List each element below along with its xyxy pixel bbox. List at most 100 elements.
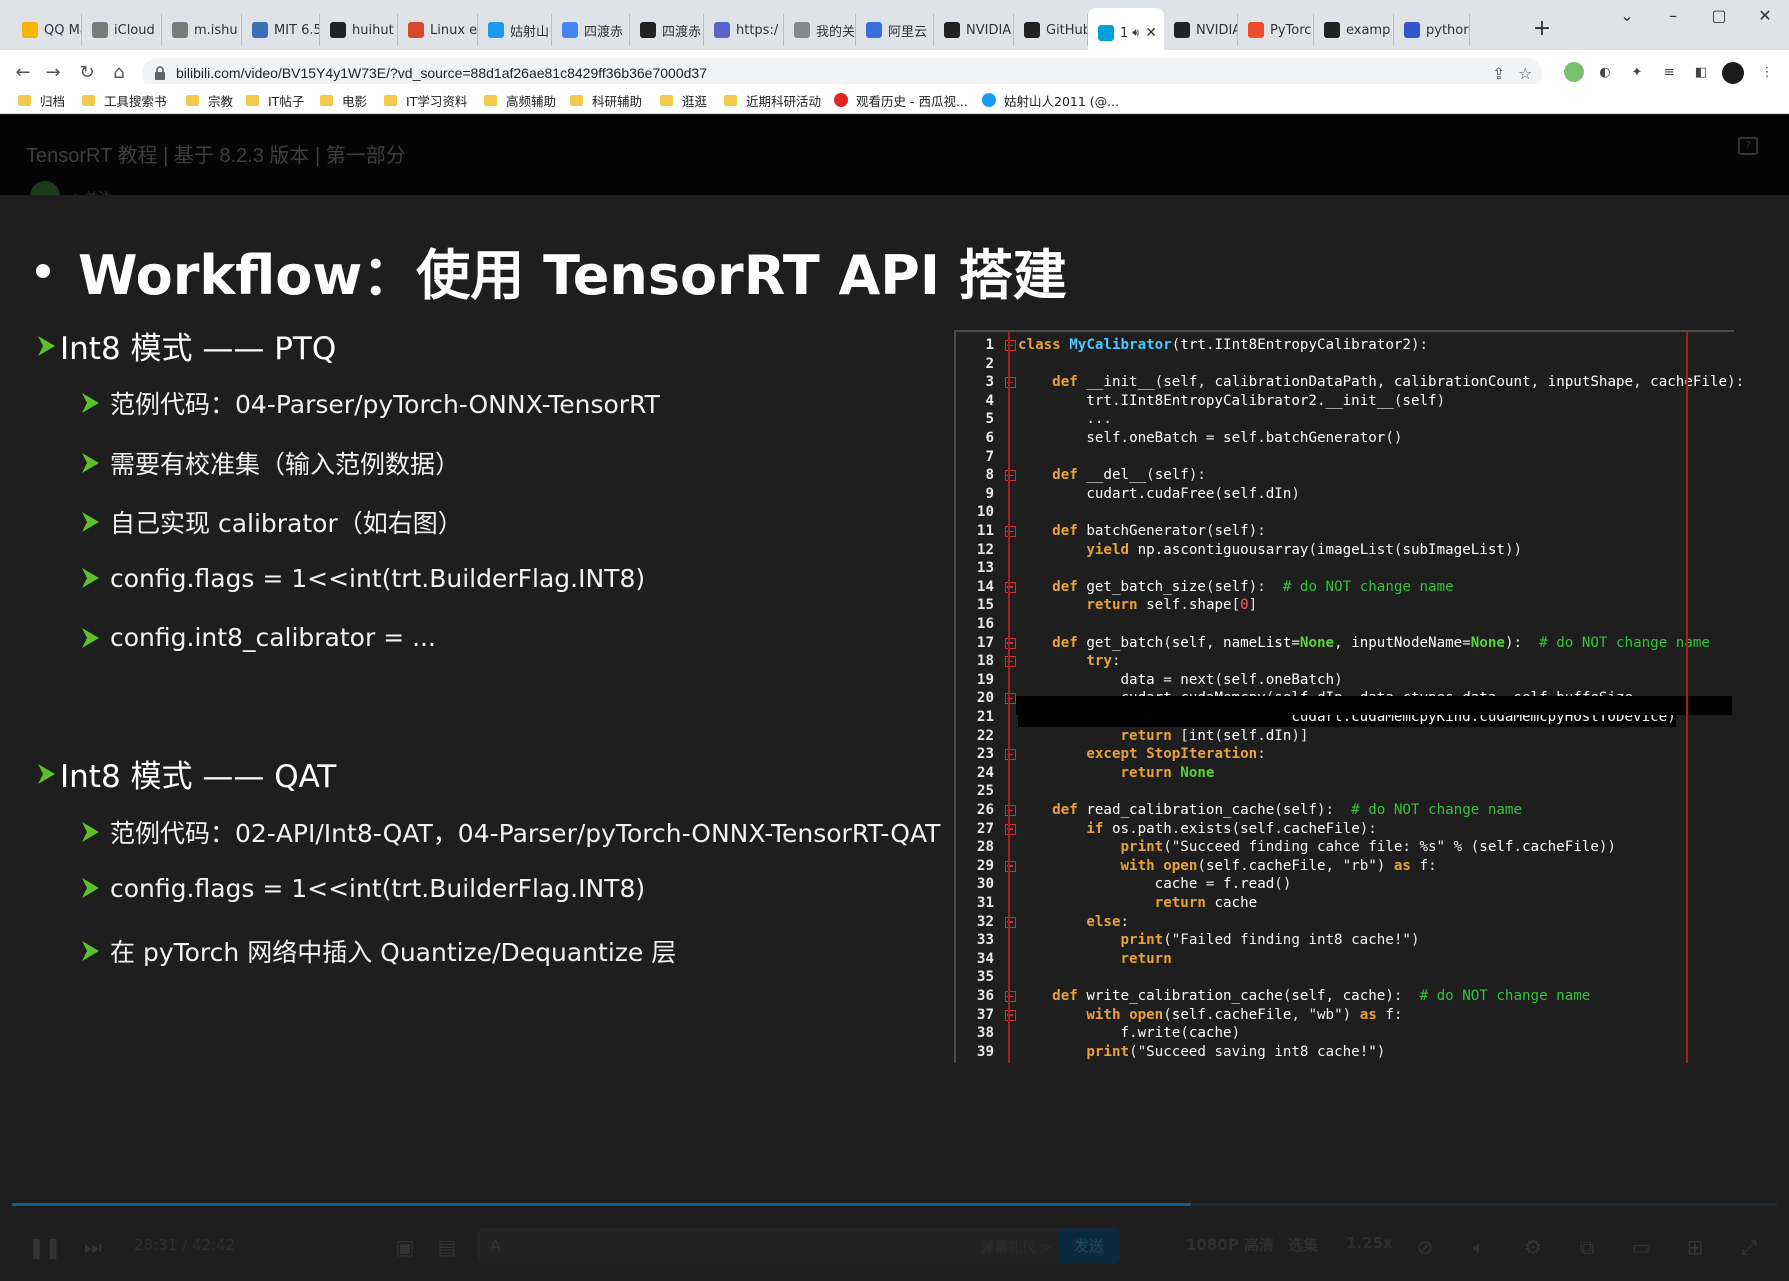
fold-toggle-icon[interactable] <box>1005 470 1016 482</box>
bookmark-item[interactable]: 归档 <box>18 90 65 110</box>
line-number: 26 <box>976 802 994 818</box>
back-icon[interactable]: ← <box>10 60 36 86</box>
browser-tab[interactable]: m.ishu <box>162 14 242 46</box>
code-text: def get_batch(self, nameList=None, input… <box>1052 634 1710 651</box>
fold-toggle-icon[interactable] <box>1005 656 1016 668</box>
browser-tab[interactable]: huihut <box>320 14 398 46</box>
browser-tab[interactable]: PyTorc <box>1238 14 1314 46</box>
browser-tab[interactable]: 姑射山 <box>478 14 552 46</box>
browser-tab[interactable]: 四渡赤 <box>630 14 704 46</box>
subtitle-off-icon[interactable]: ⊘ <box>1414 1236 1436 1258</box>
bookmark-item[interactable]: 宗教 <box>186 90 233 110</box>
browser-tab[interactable]: Linux e <box>398 14 478 46</box>
send-button[interactable]: 发送 <box>1058 1228 1120 1264</box>
progress-bar[interactable] <box>12 1203 1777 1206</box>
volume-icon[interactable]: 🔈︎ <box>1468 1236 1490 1258</box>
quality-selector[interactable]: 1080P 高清 <box>1186 1234 1274 1255</box>
fold-toggle-icon[interactable] <box>1005 1009 1016 1021</box>
browser-tab[interactable]: NVIDIA <box>1164 14 1238 46</box>
episodes-button[interactable]: 选集 <box>1288 1234 1318 1255</box>
picture-in-picture-icon[interactable]: ⧉ <box>1576 1236 1598 1258</box>
bookmark-label: 高频辅助 <box>506 93 557 109</box>
speed-selector[interactable]: 1.25x <box>1346 1234 1393 1252</box>
forward-icon[interactable]: → <box>40 60 66 86</box>
bookmark-item[interactable]: 观看历史 - 西瓜视... <box>834 90 968 110</box>
menu-icon[interactable]: ⋮ <box>1756 62 1778 84</box>
browser-tab[interactable]: 四渡赤 <box>552 14 630 46</box>
fold-toggle-icon[interactable] <box>1005 637 1016 649</box>
extension-mask-icon[interactable]: ◐ <box>1594 62 1616 84</box>
bookmark-item[interactable]: 姑射山人2011 (@... <box>982 90 1119 110</box>
line-number: 5 <box>985 411 994 428</box>
browser-tab[interactable]: pythor <box>1394 14 1470 46</box>
code-text: self.oneBatch = self.batchGenerator() <box>1086 430 1403 446</box>
browser-tab[interactable]: GitHub <box>1014 14 1088 46</box>
fold-toggle-icon[interactable] <box>1005 916 1016 928</box>
maximize-button[interactable]: ▢ <box>1696 4 1742 28</box>
side-panel-icon[interactable]: ◧ <box>1690 62 1712 84</box>
browser-tab[interactable]: MIT 6.5 <box>242 14 320 46</box>
browser-tab[interactable]: examp <box>1314 14 1394 46</box>
fold-toggle-icon[interactable] <box>1005 340 1016 351</box>
new-tab-button[interactable]: + <box>1528 16 1556 44</box>
bookmark-item[interactable]: 科研辅助 <box>570 90 642 110</box>
fold-toggle-icon[interactable] <box>1005 693 1016 705</box>
tab-close-icon[interactable]: ✕ <box>1145 25 1157 41</box>
bookmark-item[interactable]: 近期科研活动 <box>724 90 821 110</box>
arrow-bullet-icon <box>82 393 99 413</box>
reload-icon[interactable]: ↻ <box>74 60 100 86</box>
line-number: 34 <box>976 950 994 967</box>
browser-tab[interactable]: QQ Ma <box>12 14 82 46</box>
extension-green-icon[interactable] <box>1564 62 1584 82</box>
reading-list-icon[interactable]: ≡ <box>1658 62 1680 84</box>
fold-toggle-icon[interactable] <box>1005 823 1016 835</box>
browser-tab[interactable]: https:/ <box>704 14 784 46</box>
video-player[interactable]: TensorRT 教程 | 基于 8.2.3 版本 | 第一部分 + 关注 ? … <box>0 115 1789 1281</box>
fold-toggle-icon[interactable] <box>1005 860 1016 872</box>
pause-icon[interactable]: ❚❚ <box>28 1236 62 1258</box>
fold-toggle-icon[interactable] <box>1005 749 1016 761</box>
bookmark-item[interactable]: IT帖子 <box>246 90 304 110</box>
bookmark-label: 科研辅助 <box>592 93 643 109</box>
help-icon[interactable]: ? <box>1738 137 1758 155</box>
lock-icon <box>155 66 165 80</box>
danmaku-toggle-icon[interactable]: ▣ <box>394 1236 416 1258</box>
bookmark-item[interactable]: 逛逛 <box>660 90 707 110</box>
extensions-puzzle-icon[interactable]: ✦ <box>1626 62 1648 84</box>
bookmark-item[interactable]: IT学习资料 <box>384 90 467 110</box>
next-icon[interactable]: ⏭ <box>82 1236 104 1258</box>
fold-toggle-icon[interactable] <box>1005 581 1016 593</box>
tab-label: m.ishu <box>194 22 238 38</box>
minimize-button[interactable]: – <box>1650 4 1696 28</box>
web-fullscreen-icon[interactable]: ⊞ <box>1684 1236 1706 1258</box>
line-number: 10 <box>976 504 994 521</box>
bookmark-item[interactable]: 高频辅助 <box>484 90 556 110</box>
browser-tab[interactable]: 阿里云 <box>856 14 934 46</box>
widescreen-icon[interactable]: ▭ <box>1630 1236 1652 1258</box>
danmaku-style-icon[interactable]: A <box>490 1236 501 1255</box>
tab-audio-icon[interactable]: 🔊︎ <box>1132 26 1139 40</box>
fold-toggle-icon[interactable] <box>1005 377 1016 389</box>
line-number: 19 <box>976 671 994 688</box>
settings-gear-icon[interactable]: ⚙ <box>1522 1236 1544 1258</box>
fold-toggle-icon[interactable] <box>1005 526 1016 537</box>
bookmark-star-icon[interactable]: ☆ <box>1518 64 1532 83</box>
danmaku-input[interactable]: A 弹幕礼仪 > <box>478 1228 1120 1264</box>
share-icon[interactable]: ⇪ <box>1492 64 1505 83</box>
browser-tab[interactable]: 我的关 <box>784 14 856 46</box>
code-line: 22 return [int(self.dIn)] <box>956 727 1736 746</box>
close-window-button[interactable]: ✕ <box>1742 4 1788 28</box>
profile-avatar[interactable] <box>1722 62 1744 84</box>
fold-toggle-icon[interactable] <box>1005 805 1016 816</box>
fold-toggle-icon[interactable] <box>1005 991 1016 1002</box>
tab-search-icon[interactable]: ⌄ <box>1604 4 1650 28</box>
danmaku-settings-icon[interactable]: ▤ <box>436 1236 458 1258</box>
fullscreen-icon[interactable]: ⤢ <box>1738 1236 1760 1258</box>
line-number: 23 <box>976 746 994 763</box>
bookmark-item[interactable]: 工具搜索书 <box>82 90 167 110</box>
home-icon[interactable]: ⌂ <box>106 60 132 86</box>
browser-tab[interactable]: iCloud <box>82 14 162 46</box>
tab-label: examp <box>1346 22 1391 38</box>
bookmark-item[interactable]: 电影 <box>320 90 367 110</box>
browser-tab[interactable]: NVIDIA <box>934 14 1014 46</box>
